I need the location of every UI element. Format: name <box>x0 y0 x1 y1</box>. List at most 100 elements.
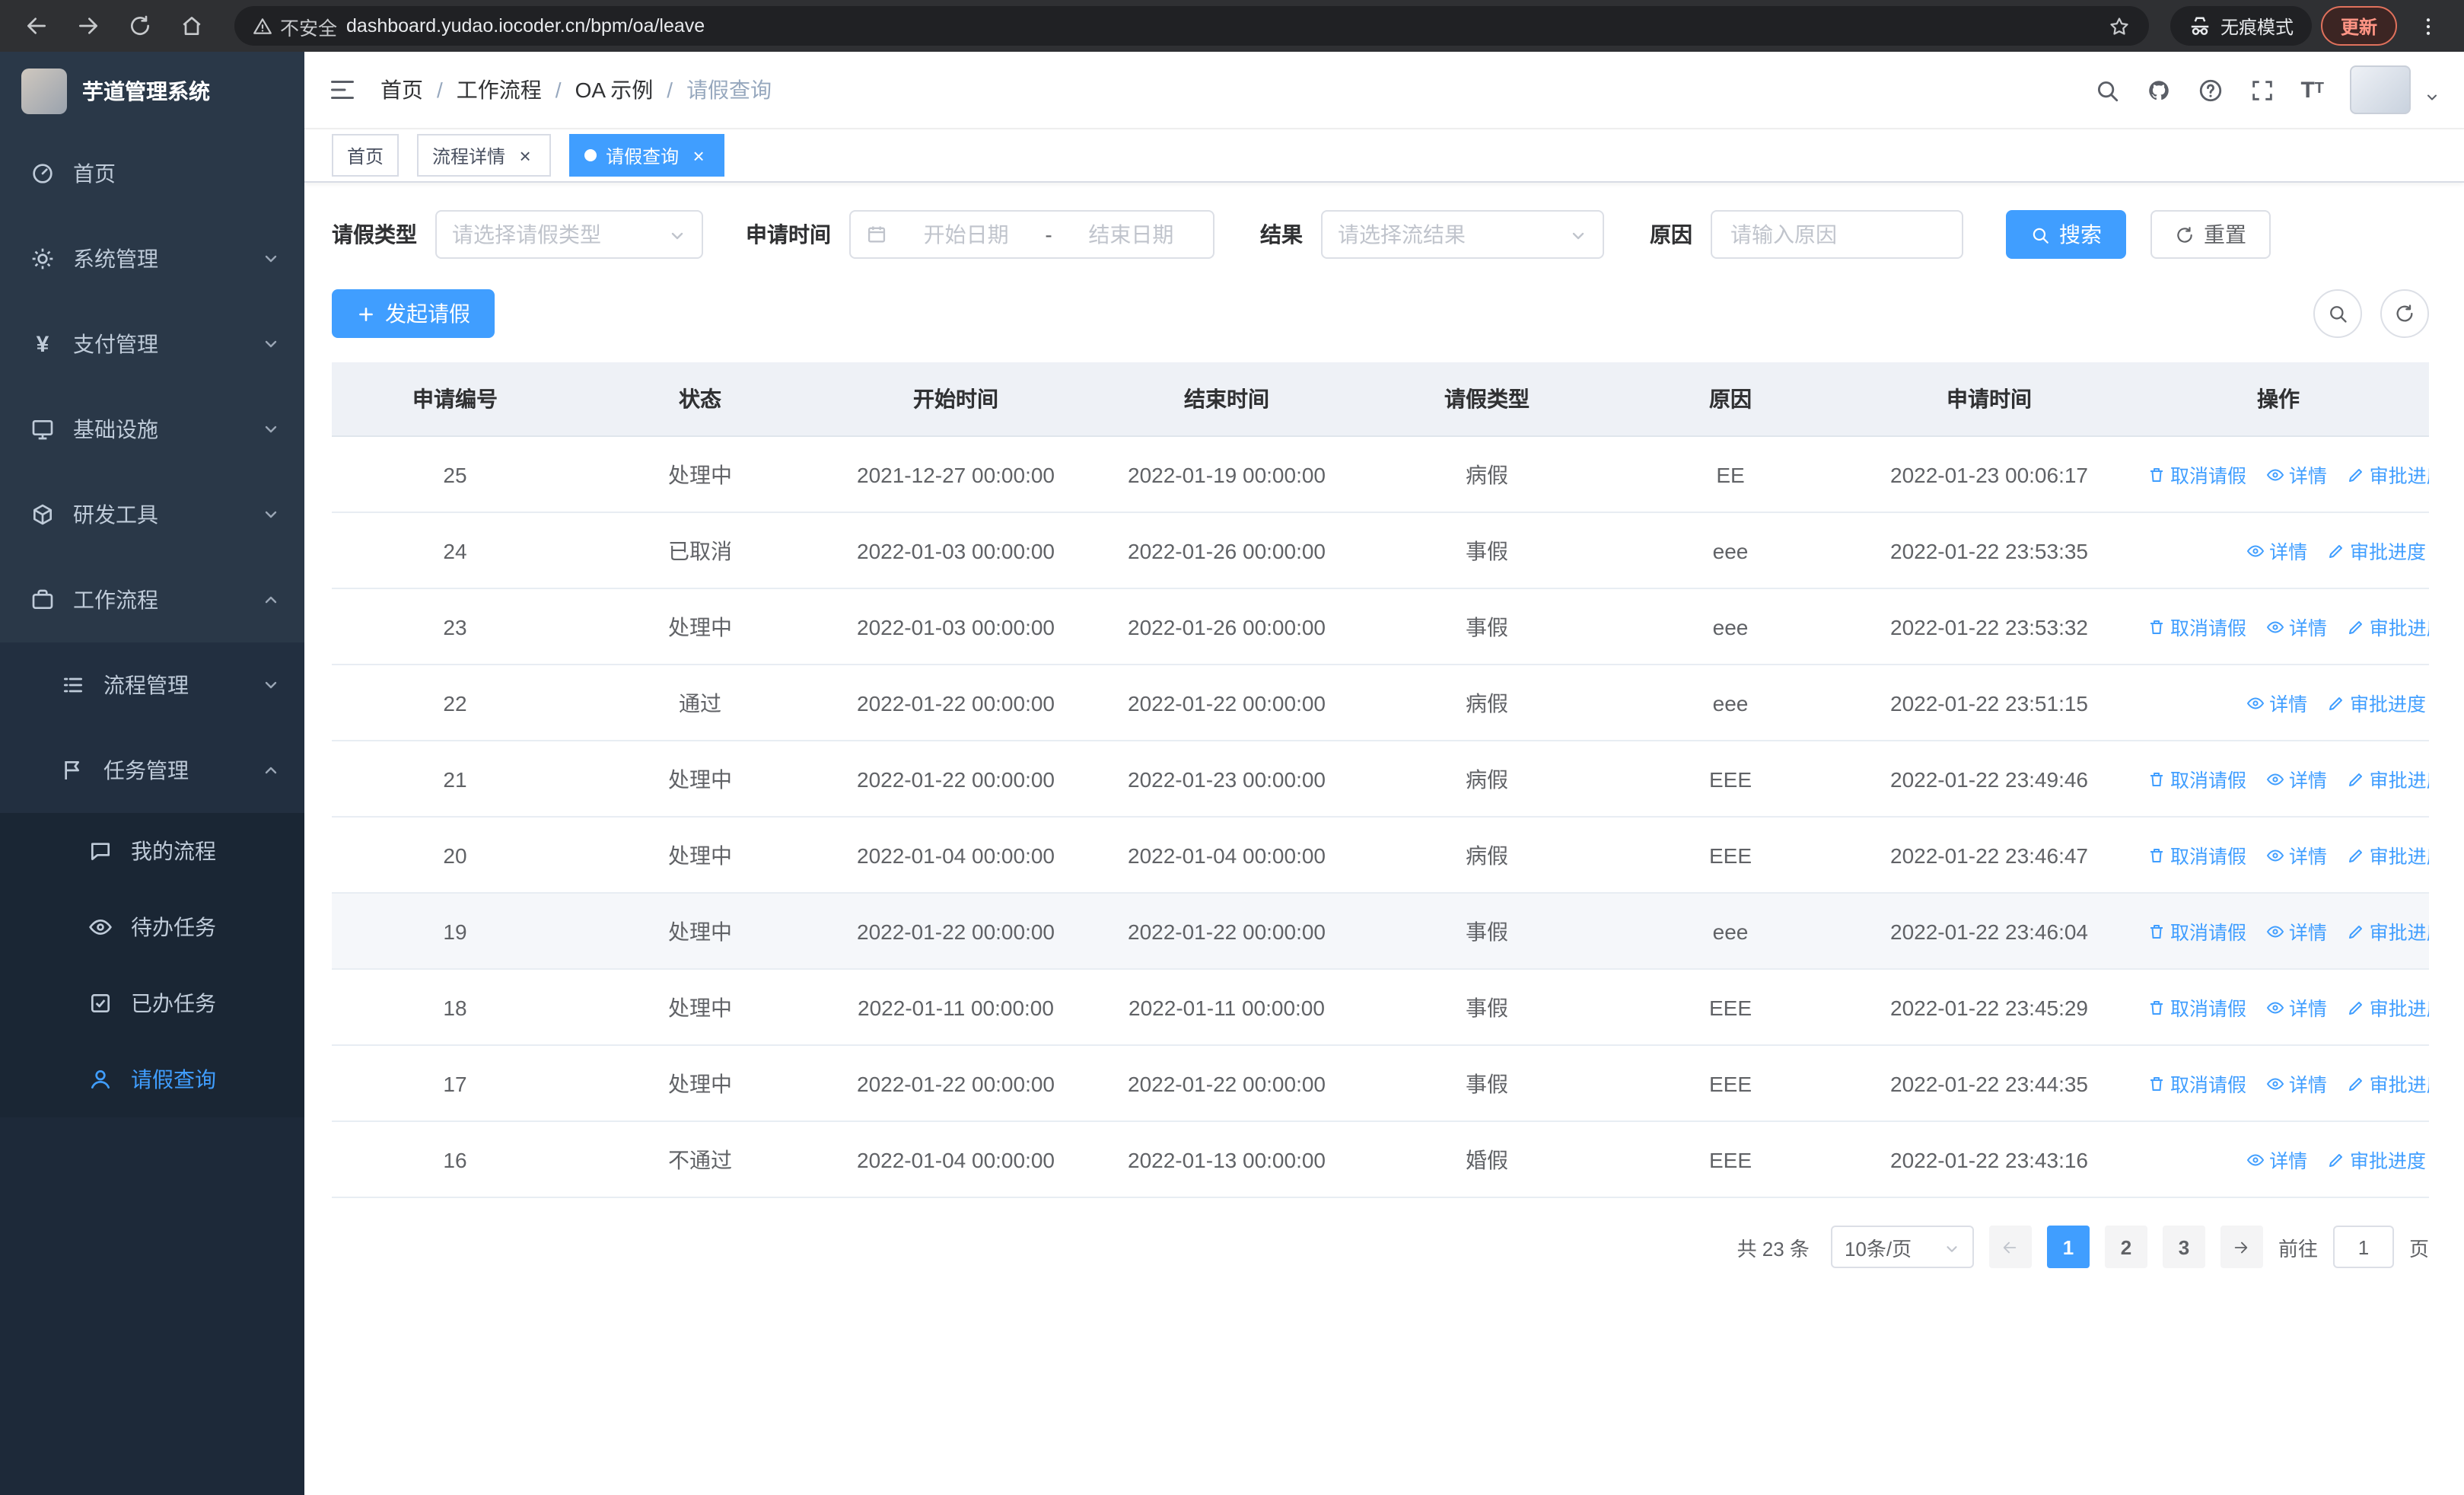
prev-page-button[interactable] <box>1988 1226 2032 1268</box>
table-row[interactable]: 24 已取消 2022-01-03 00:00:00 2022-01-26 00… <box>332 512 2429 589</box>
tab-leave-query[interactable]: 请假查询 × <box>569 134 725 177</box>
cell-end-time: 2022-01-22 00:00:00 <box>1090 893 1364 970</box>
user-avatar[interactable] <box>2350 65 2411 114</box>
goto-page-input[interactable] <box>2332 1226 2394 1268</box>
security-indicator[interactable]: 不安全 <box>253 11 337 40</box>
search-button[interactable]: 搜索 <box>2006 210 2126 259</box>
detail-link[interactable]: 详情 <box>2246 1145 2307 1174</box>
app-logo[interactable]: 芋道管理系统 <box>0 52 304 131</box>
cancel-leave-link[interactable]: 取消请假 <box>2147 764 2246 793</box>
cell-actions: 详情 审批进度 <box>2128 665 2429 741</box>
page-button-2[interactable]: 2 <box>2104 1226 2147 1268</box>
page-button-3[interactable]: 3 <box>2162 1226 2205 1268</box>
cancel-leave-link[interactable]: 取消请假 <box>2147 1069 2246 1098</box>
table-row[interactable]: 25 处理中 2021-12-27 00:00:00 2022-01-19 00… <box>332 436 2429 513</box>
browser-home-button[interactable] <box>170 5 213 47</box>
cancel-leave-link[interactable]: 取消请假 <box>2147 993 2246 1022</box>
close-icon[interactable]: × <box>514 145 536 166</box>
cancel-leave-link[interactable]: 取消请假 <box>2147 916 2246 945</box>
detail-link[interactable]: 详情 <box>2266 460 2327 489</box>
detail-link[interactable]: 详情 <box>2266 612 2327 641</box>
approval-progress-link[interactable]: 审批进度 <box>2327 1145 2426 1174</box>
browser-update-button[interactable]: 更新 <box>2320 6 2397 46</box>
browser-menu-button[interactable] <box>2406 5 2449 47</box>
help-icon[interactable] <box>2197 77 2223 103</box>
sidebar-item-process-management[interactable]: 流程管理 <box>0 642 304 728</box>
reason-input[interactable] <box>1727 221 1947 248</box>
approval-progress-link[interactable]: 审批进度 <box>2347 840 2429 869</box>
cancel-leave-link[interactable]: 取消请假 <box>2147 460 2246 489</box>
sidebar-item-my-processes[interactable]: 我的流程 <box>0 813 304 889</box>
github-icon[interactable] <box>2145 77 2171 103</box>
detail-link[interactable]: 详情 <box>2266 764 2327 793</box>
sidebar-item-todo-tasks[interactable]: 待办任务 <box>0 889 304 965</box>
result-select[interactable]: 请选择流结果 <box>1321 210 1604 259</box>
address-bar[interactable]: 不安全 dashboard.yudao.iocoder.cn/bpm/oa/le… <box>234 6 2149 46</box>
apply-time-range-picker[interactable]: 开始日期 - 结束日期 <box>849 210 1214 259</box>
detail-link[interactable]: 详情 <box>2266 916 2327 945</box>
font-size-icon[interactable]: TT <box>2300 78 2324 101</box>
table-row[interactable]: 22 通过 2022-01-22 00:00:00 2022-01-22 00:… <box>332 665 2429 741</box>
detail-link[interactable]: 详情 <box>2266 1069 2327 1098</box>
start-date-placeholder[interactable]: 开始日期 <box>899 219 1033 250</box>
sidebar-item-payment-management[interactable]: ¥ 支付管理 <box>0 301 304 387</box>
approval-progress-link[interactable]: 审批进度 <box>2327 536 2426 565</box>
search-icon[interactable] <box>2093 77 2119 103</box>
tab-process-detail[interactable]: 流程详情 × <box>417 134 552 177</box>
tab-home[interactable]: 首页 <box>332 134 400 177</box>
detail-link[interactable]: 详情 <box>2246 688 2307 717</box>
cell-apply-time: 2022-01-22 23:53:35 <box>1851 512 2128 589</box>
approval-progress-link[interactable]: 审批进度 <box>2347 916 2429 945</box>
fullscreen-icon[interactable] <box>2249 77 2275 103</box>
sidebar-item-workflow[interactable]: 工作流程 <box>0 557 304 642</box>
sidebar-item-task-management[interactable]: 任务管理 <box>0 728 304 813</box>
cancel-leave-link[interactable]: 取消请假 <box>2147 612 2246 641</box>
sidebar-item-system-management[interactable]: 系统管理 <box>0 216 304 301</box>
table-row[interactable]: 20 处理中 2022-01-04 00:00:00 2022-01-04 00… <box>332 817 2429 894</box>
sidebar-item-infrastructure[interactable]: 基础设施 <box>0 387 304 472</box>
detail-link[interactable]: 详情 <box>2266 840 2327 869</box>
table-row[interactable]: 19 处理中 2022-01-22 00:00:00 2022-01-22 00… <box>332 893 2429 970</box>
cell-end-time: 2022-01-26 00:00:00 <box>1090 588 1364 665</box>
table-row[interactable]: 18 处理中 2022-01-11 00:00:00 2022-01-11 00… <box>332 969 2429 1046</box>
end-date-placeholder[interactable]: 结束日期 <box>1065 219 1198 250</box>
approval-progress-link[interactable]: 审批进度 <box>2347 612 2429 641</box>
next-page-button[interactable] <box>2220 1226 2263 1268</box>
refresh-table-button[interactable] <box>2380 289 2429 338</box>
avatar-caret-down-icon[interactable] <box>2424 84 2440 114</box>
detail-link[interactable]: 详情 <box>2266 993 2327 1022</box>
page-button-1[interactable]: 1 <box>2046 1226 2090 1268</box>
approval-progress-link[interactable]: 审批进度 <box>2347 1069 2429 1098</box>
reset-button[interactable]: 重置 <box>2150 210 2271 259</box>
table-row[interactable]: 21 处理中 2022-01-22 00:00:00 2022-01-23 00… <box>332 741 2429 818</box>
bookmark-star-icon[interactable] <box>2108 14 2131 37</box>
cell-end-time: 2022-01-11 00:00:00 <box>1090 969 1364 1046</box>
sidebar-collapse-icon[interactable] <box>329 76 356 104</box>
sidebar-item-dev-tools[interactable]: 研发工具 <box>0 472 304 557</box>
sidebar-item-home[interactable]: 首页 <box>0 131 304 216</box>
breadcrumb-home[interactable]: 首页 <box>380 75 423 105</box>
table-row[interactable]: 16 不通过 2022-01-04 00:00:00 2022-01-13 00… <box>332 1121 2429 1198</box>
browser-reload-button[interactable] <box>119 5 161 47</box>
leave-type-select[interactable]: 请选择请假类型 <box>435 210 703 259</box>
detail-link[interactable]: 详情 <box>2246 536 2307 565</box>
close-icon[interactable]: × <box>688 145 709 166</box>
toggle-search-button[interactable] <box>2313 289 2362 338</box>
sidebar-item-leave-query[interactable]: 请假查询 <box>0 1041 304 1117</box>
approval-progress-link[interactable]: 审批进度 <box>2347 764 2429 793</box>
approval-progress-link[interactable]: 审批进度 <box>2327 688 2426 717</box>
sidebar-item-done-tasks[interactable]: 已办任务 <box>0 965 304 1041</box>
page-size-select[interactable]: 10条/页 <box>1830 1226 1974 1268</box>
create-leave-button[interactable]: 发起请假 <box>332 289 495 338</box>
browser-back-button[interactable] <box>15 5 58 47</box>
cell-status: 通过 <box>578 665 822 741</box>
approval-progress-link[interactable]: 审批进度 <box>2347 993 2429 1022</box>
browser-forward-button[interactable] <box>67 5 110 47</box>
approval-progress-link[interactable]: 审批进度 <box>2347 460 2429 489</box>
cancel-leave-link[interactable]: 取消请假 <box>2147 840 2246 869</box>
chevron-down-icon <box>262 335 280 353</box>
table-row[interactable]: 17 处理中 2022-01-22 00:00:00 2022-01-22 00… <box>332 1045 2429 1122</box>
table-row[interactable]: 23 处理中 2022-01-03 00:00:00 2022-01-26 00… <box>332 588 2429 665</box>
breadcrumb-oa-example[interactable]: OA 示例 <box>575 75 654 105</box>
breadcrumb-workflow[interactable]: 工作流程 <box>457 75 542 105</box>
